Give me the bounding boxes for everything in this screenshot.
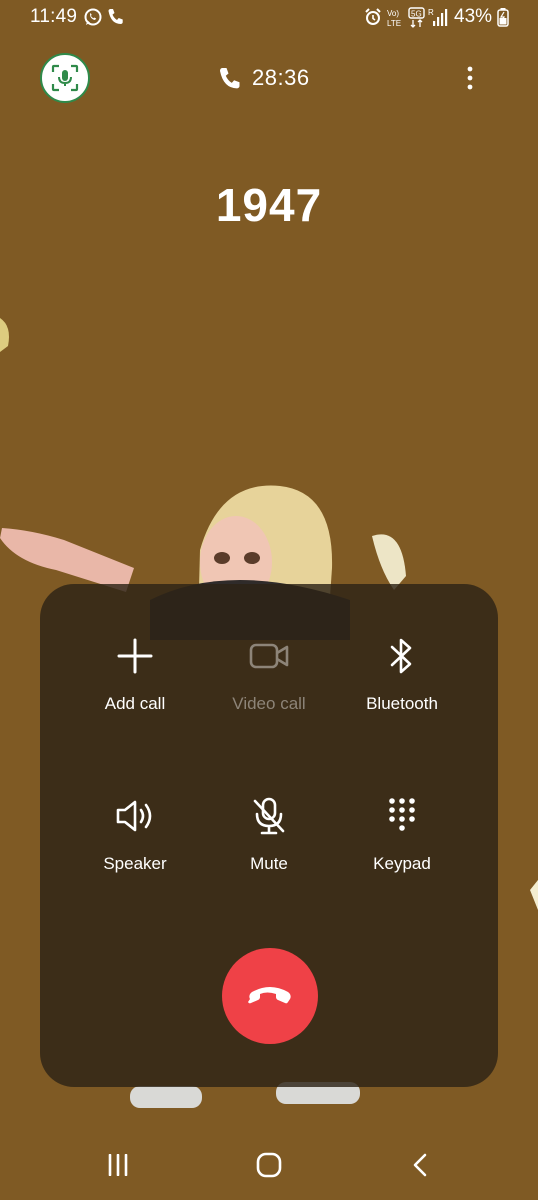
svg-text:LTE: LTE xyxy=(387,19,401,28)
add-call-button[interactable]: Add call xyxy=(70,630,200,740)
volte-icon: Vo) LTE xyxy=(387,9,401,28)
bluetooth-icon xyxy=(390,638,412,674)
call-duration: 28:36 xyxy=(252,65,310,90)
video-camera-icon xyxy=(249,643,289,669)
back-icon xyxy=(413,1153,427,1177)
end-call-button[interactable] xyxy=(222,948,318,1044)
call-controls-panel: Add call Video call Bluetooth Speaker Mu… xyxy=(40,584,498,1087)
bluetooth-button[interactable]: Bluetooth xyxy=(337,630,467,740)
svg-text:5G: 5G xyxy=(411,10,422,19)
home-icon xyxy=(256,1152,282,1178)
video-call-label: Video call xyxy=(232,694,306,713)
voice-recorder-icon xyxy=(51,64,79,92)
alarm-icon xyxy=(365,8,381,25)
keypad-label: Keypad xyxy=(373,854,431,873)
voice-recorder-button[interactable] xyxy=(40,53,90,103)
battery-icon xyxy=(497,8,509,27)
5g-icon: 5G xyxy=(408,7,425,28)
keypad-button[interactable]: Keypad xyxy=(337,790,467,900)
signal-icon: R xyxy=(428,8,448,26)
speaker-icon xyxy=(116,800,152,832)
call-timer: 28:36 xyxy=(218,64,310,92)
whatsapp-icon xyxy=(84,8,102,26)
phone-icon xyxy=(108,9,123,24)
add-call-label: Add call xyxy=(104,694,166,713)
svg-text:R: R xyxy=(428,8,434,17)
call-status-phone-icon xyxy=(220,68,240,89)
battery-percentage: 43% xyxy=(454,6,493,27)
status-bar: 11:49 Vo) LTE 5G R 43% xyxy=(0,0,538,34)
mute-button[interactable]: Mute xyxy=(204,790,334,900)
status-time: 11:49 xyxy=(30,6,78,27)
recent-apps-button[interactable] xyxy=(98,1148,138,1182)
caller-number: 1947 xyxy=(215,179,323,231)
dialpad-icon xyxy=(389,798,415,831)
mic-off-icon xyxy=(253,797,285,835)
speaker-label: Speaker xyxy=(103,854,167,873)
more-vertical-icon xyxy=(467,66,473,90)
speaker-button[interactable]: Speaker xyxy=(70,790,200,900)
home-button[interactable] xyxy=(249,1148,289,1182)
bluetooth-label: Bluetooth xyxy=(366,694,438,713)
video-call-button[interactable]: Video call xyxy=(204,630,334,740)
mute-label: Mute xyxy=(250,854,288,873)
more-options-button[interactable] xyxy=(458,62,482,94)
plus-icon xyxy=(117,638,153,674)
svg-text:Vo): Vo) xyxy=(387,9,399,18)
recent-apps-icon xyxy=(108,1154,128,1176)
back-button[interactable] xyxy=(400,1148,440,1182)
hang-up-icon xyxy=(248,987,291,1004)
navigation-bar xyxy=(0,1130,538,1200)
